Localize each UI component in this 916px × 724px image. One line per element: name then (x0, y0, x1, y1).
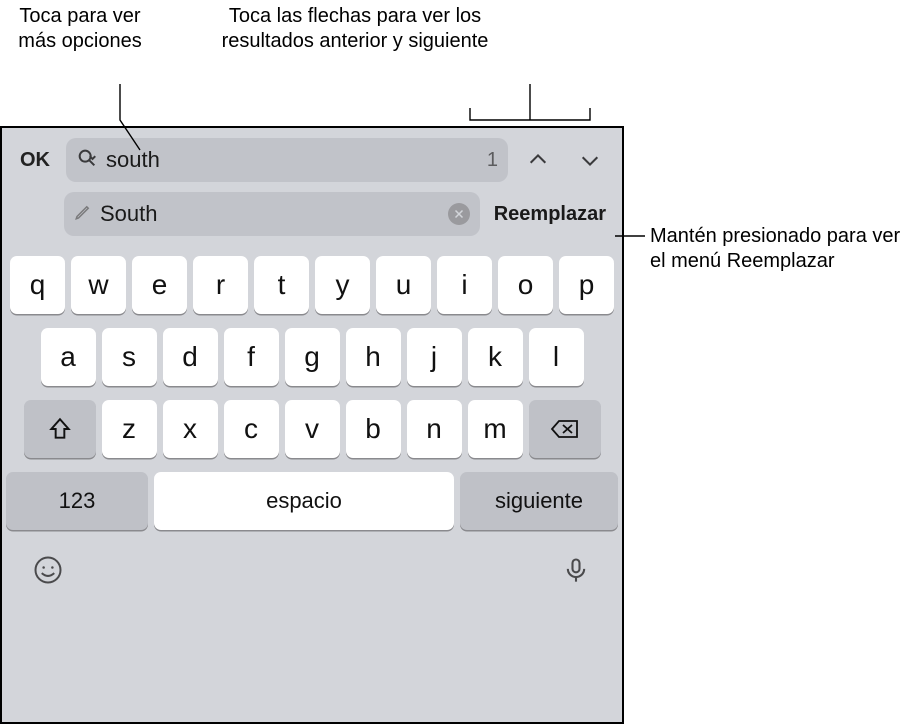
key-w[interactable]: w (71, 256, 126, 314)
emoji-button[interactable] (30, 552, 66, 588)
search-input-value[interactable]: south (106, 147, 479, 173)
pencil-icon (74, 203, 92, 226)
key-space[interactable]: espacio (154, 472, 454, 530)
key-n[interactable]: n (407, 400, 462, 458)
ok-button[interactable]: OK (12, 143, 58, 178)
backspace-icon (550, 417, 580, 441)
keyboard-row-4: 123 espacio siguiente (6, 472, 618, 530)
key-l[interactable]: l (529, 328, 584, 386)
key-g[interactable]: g (285, 328, 340, 386)
key-backspace[interactable] (529, 400, 601, 458)
replace-button[interactable]: Reemplazar (488, 203, 612, 226)
chevron-down-icon (579, 149, 601, 171)
key-c[interactable]: c (224, 400, 279, 458)
key-x[interactable]: x (163, 400, 218, 458)
callout-replace: Mantén presionado para ver el menú Reemp… (650, 224, 905, 274)
shift-icon (47, 416, 73, 442)
key-j[interactable]: j (407, 328, 462, 386)
chevron-up-icon (527, 149, 549, 171)
key-t[interactable]: t (254, 256, 309, 314)
clear-replace-button[interactable] (448, 203, 470, 225)
key-m[interactable]: m (468, 400, 523, 458)
key-u[interactable]: u (376, 256, 431, 314)
find-replace-bar: OK south 1 (2, 128, 622, 250)
clear-icon (453, 208, 465, 220)
key-i[interactable]: i (437, 256, 492, 314)
next-result-button[interactable] (568, 138, 612, 182)
key-s[interactable]: s (102, 328, 157, 386)
replace-input-value[interactable]: South (100, 201, 440, 227)
key-y[interactable]: y (315, 256, 370, 314)
dictation-button[interactable] (558, 552, 594, 588)
key-h[interactable]: h (346, 328, 401, 386)
key-r[interactable]: r (193, 256, 248, 314)
callout-arrows: Toca las flechas para ver los resultados… (215, 4, 495, 54)
match-count: 1 (487, 149, 498, 172)
keyboard-row-3: z x c v b n m (6, 400, 618, 458)
key-numbers[interactable]: 123 (6, 472, 148, 530)
key-k[interactable]: k (468, 328, 523, 386)
key-e[interactable]: e (132, 256, 187, 314)
key-v[interactable]: v (285, 400, 340, 458)
prev-result-button[interactable] (516, 138, 560, 182)
key-o[interactable]: o (498, 256, 553, 314)
key-z[interactable]: z (102, 400, 157, 458)
device-panel: OK south 1 (0, 126, 624, 724)
keyboard: q w e r t y u i o p a s d f g h j k l (2, 250, 622, 722)
mic-icon (562, 556, 590, 584)
search-options-icon[interactable] (76, 147, 98, 174)
key-f[interactable]: f (224, 328, 279, 386)
key-b[interactable]: b (346, 400, 401, 458)
callout-options: Toca para ver más opciones (10, 4, 150, 54)
keyboard-bottom-row (6, 544, 618, 592)
key-d[interactable]: d (163, 328, 218, 386)
key-next[interactable]: siguiente (460, 472, 618, 530)
key-a[interactable]: a (41, 328, 96, 386)
search-field[interactable]: south 1 (66, 138, 508, 182)
key-q[interactable]: q (10, 256, 65, 314)
key-shift[interactable] (24, 400, 96, 458)
replace-field[interactable]: South (64, 192, 480, 236)
key-p[interactable]: p (559, 256, 614, 314)
emoji-icon (33, 555, 63, 585)
keyboard-row-2: a s d f g h j k l (6, 328, 618, 386)
keyboard-row-1: q w e r t y u i o p (6, 256, 618, 314)
